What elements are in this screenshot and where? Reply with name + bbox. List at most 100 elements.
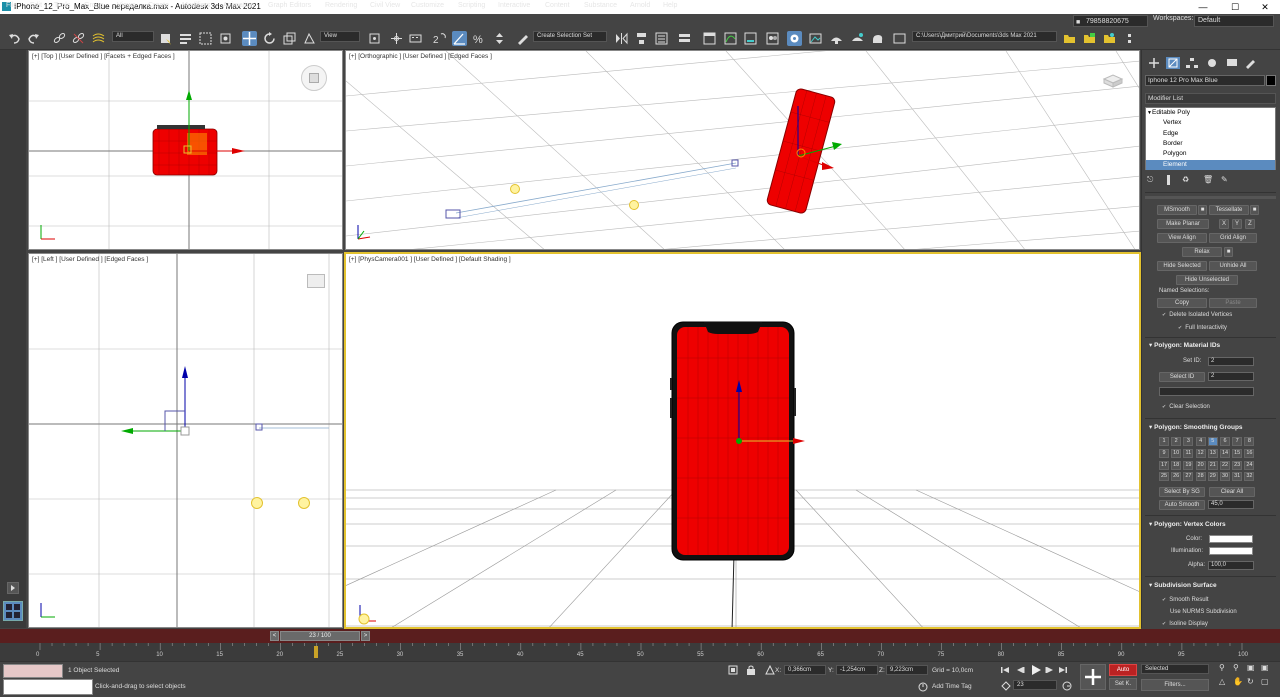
project-path[interactable]: C:\Users\Дмитрий\Documents\3ds Max 2021: [912, 31, 1057, 42]
select-by-name-icon[interactable]: [178, 31, 193, 46]
project-folder-icon[interactable]: [1062, 31, 1077, 46]
view-align-button[interactable]: View Align: [1157, 233, 1207, 243]
add-time-tag[interactable]: Add Time Tag: [932, 683, 972, 690]
keyboard-shortcut-icon[interactable]: [408, 31, 423, 46]
smoothing-group-button[interactable]: 19: [1183, 460, 1194, 470]
workspaces-dropdown[interactable]: Default: [1194, 15, 1274, 27]
viewport-top[interactable]: [+] [Top ] [User Defined ] [Facets + Edg…: [28, 50, 343, 250]
next-key-icon[interactable]: [1045, 665, 1055, 675]
remove-modifier-icon[interactable]: 🗑: [1203, 175, 1213, 184]
auto-smooth-spinner[interactable]: 45,0: [1208, 500, 1254, 509]
relax-settings-button[interactable]: ■: [1224, 247, 1233, 257]
illumination-swatch[interactable]: [1209, 547, 1253, 555]
modifier-list-dropdown[interactable]: Modifier List: [1145, 93, 1276, 104]
redo-icon[interactable]: [26, 31, 41, 46]
pin-stack-icon[interactable]: ⎋: [1147, 175, 1153, 185]
motion-tab-icon[interactable]: [1205, 57, 1219, 69]
isolate-selection-icon[interactable]: [727, 664, 739, 676]
smoothing-group-button[interactable]: 13: [1207, 448, 1218, 458]
scroll-indicator[interactable]: [1145, 196, 1276, 199]
auto-key-button[interactable]: Auto: [1109, 664, 1137, 676]
smoothing-group-button[interactable]: 25: [1159, 472, 1169, 482]
select-by-sg-button[interactable]: Select By SG: [1159, 487, 1205, 497]
object-color-swatch[interactable]: [1266, 75, 1276, 86]
stack-item-vertex[interactable]: Vertex: [1146, 118, 1275, 128]
orbit-icon[interactable]: ↻: [1247, 677, 1254, 686]
viewport-camera-label[interactable]: [+] [PhysCamera001 ] [User Defined ] [De…: [349, 256, 511, 263]
smoothing-group-button[interactable]: 11: [1183, 448, 1194, 458]
smoothing-group-button[interactable]: 6: [1220, 437, 1230, 446]
layout-grid-icon[interactable]: [3, 601, 23, 621]
mirror-icon[interactable]: [614, 31, 629, 46]
show-end-result-icon[interactable]: [1167, 175, 1170, 185]
modify-tab-icon[interactable]: [1166, 57, 1180, 69]
spinner-snap-icon[interactable]: [492, 31, 507, 46]
viewcube-top[interactable]: [301, 65, 327, 91]
create-tab-icon[interactable]: [1147, 57, 1161, 69]
smoothing-group-button[interactable]: 21: [1207, 460, 1218, 470]
expand-arrow-icon[interactable]: ▼: [1147, 108, 1152, 118]
snaps-toggle-icon[interactable]: 2: [432, 31, 447, 46]
move-icon[interactable]: [242, 31, 257, 46]
smoothing-group-button[interactable]: 7: [1232, 437, 1243, 446]
select-by-name-dropdown[interactable]: [1159, 387, 1254, 396]
minimize-button[interactable]: —: [1188, 0, 1218, 14]
smoothing-group-button[interactable]: 3: [1183, 437, 1194, 446]
stack-item-polygon[interactable]: Polygon: [1146, 149, 1275, 159]
smoothing-group-button[interactable]: 12: [1195, 448, 1206, 458]
grid-align-button[interactable]: Grid Align: [1209, 233, 1257, 243]
smoothing-group-button[interactable]: 14: [1220, 448, 1230, 458]
use-nurms-checkbox[interactable]: Use NURMS Subdivision: [1170, 609, 1237, 615]
material-ids-title[interactable]: ▾ Polygon: Material IDs: [1149, 341, 1220, 349]
menu-rendering[interactable]: Rendering: [325, 2, 357, 9]
menu-modifiers[interactable]: Modifiers: [182, 2, 210, 9]
play-icon[interactable]: [1030, 664, 1042, 676]
menu-create[interactable]: Create: [148, 2, 169, 9]
smoothing-group-button[interactable]: 24: [1244, 460, 1255, 470]
viewport-left[interactable]: [+] [Left ] [User Defined ] [Edged Faces…: [28, 253, 343, 628]
viewport-left-label[interactable]: [+] [Left ] [User Defined ] [Edged Faces…: [32, 256, 148, 263]
smoothing-group-button[interactable]: 16: [1244, 448, 1255, 458]
modifier-stack[interactable]: ▼ Editable Poly Vertex Edge Border Polygon Ele…: [1145, 107, 1276, 170]
pivot-center-icon[interactable]: [367, 31, 382, 46]
rotate-icon[interactable]: [262, 31, 277, 46]
smoothing-group-button[interactable]: 18: [1171, 460, 1182, 470]
set-key-button[interactable]: Set K.: [1109, 678, 1137, 690]
rendered-frame-icon[interactable]: [808, 31, 823, 46]
smoothing-group-button[interactable]: 23: [1232, 460, 1243, 470]
menu-substance[interactable]: Substance: [584, 2, 617, 9]
close-button[interactable]: ✕: [1250, 0, 1280, 14]
scale-icon[interactable]: [282, 31, 297, 46]
vertex-colors-title[interactable]: ▾ Polygon: Vertex Colors: [1149, 520, 1226, 528]
object-name-field[interactable]: Iphone 12 Pro Max Blue: [1145, 75, 1265, 86]
planar-x-button[interactable]: X: [1219, 219, 1229, 229]
viewcube-left[interactable]: [307, 274, 325, 288]
isoline-display-checkbox[interactable]: Isoline Display: [1162, 621, 1208, 627]
selection-filter-dropdown[interactable]: All: [112, 31, 154, 42]
utilities-tab-icon[interactable]: [1244, 57, 1258, 69]
menu-animation[interactable]: Animation: [223, 2, 254, 9]
planar-y-button[interactable]: Y: [1232, 219, 1242, 229]
select-id-spinner[interactable]: 2: [1208, 372, 1254, 381]
asset-tracking-icon[interactable]: [1102, 31, 1117, 46]
menu-group[interactable]: Group: [84, 2, 103, 9]
viewcube-ortho[interactable]: [1101, 71, 1125, 89]
viewport-camera[interactable]: [+] [PhysCamera001 ] [User Defined ] [De…: [344, 252, 1141, 629]
select-object-icon[interactable]: [158, 31, 173, 46]
percent-snap-icon[interactable]: %: [472, 31, 487, 46]
menu-customize[interactable]: Customize: [411, 2, 444, 9]
render-setup-icon[interactable]: [787, 31, 802, 46]
named-selection-dropdown[interactable]: Create Selection Set: [533, 31, 607, 42]
time-configuration-icon[interactable]: [1061, 680, 1073, 692]
full-interactivity-checkbox[interactable]: Full Interactivity: [1178, 325, 1227, 331]
menu-views[interactable]: Views: [117, 2, 136, 9]
y-coordinate-field[interactable]: -1,254cm: [836, 665, 878, 675]
time-tag-icon[interactable]: [917, 681, 929, 693]
smoothing-group-button[interactable]: 5: [1207, 437, 1218, 446]
align-icon[interactable]: [634, 31, 649, 46]
key-filters-button[interactable]: Filters...: [1141, 679, 1209, 691]
window-crossing-icon[interactable]: [218, 31, 233, 46]
render-active-icon[interactable]: [850, 31, 865, 46]
a360-render-icon[interactable]: [870, 31, 885, 46]
hide-unselected-button[interactable]: Hide Unselected: [1176, 275, 1238, 285]
